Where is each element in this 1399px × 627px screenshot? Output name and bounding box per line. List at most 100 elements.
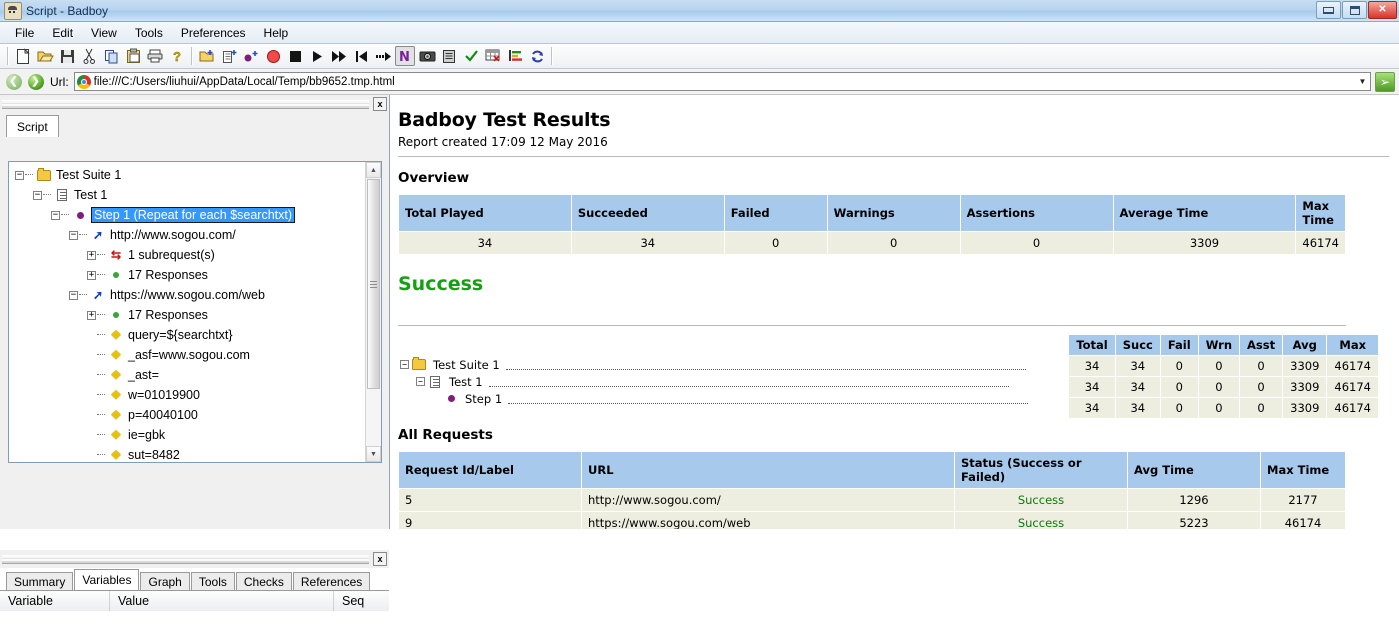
open-folder-icon[interactable] <box>35 46 55 66</box>
menu-item-edit[interactable]: Edit <box>43 24 82 42</box>
menu-item-preferences[interactable]: Preferences <box>172 24 255 42</box>
grid-clear-icon[interactable] <box>483 46 503 66</box>
tree-toggle-collapse[interactable]: − <box>69 230 78 240</box>
check-icon[interactable] <box>461 46 481 66</box>
tab-variables[interactable]: Variables <box>74 569 140 590</box>
tree-item[interactable]: − Step 1 (Repeat for each $searchtxt) <box>9 205 365 225</box>
splitter-grip[interactable] <box>2 554 369 564</box>
column-header-status[interactable]: Status (Success or Failed) <box>954 451 1128 489</box>
tab-summary[interactable]: Summary <box>6 572 74 590</box>
menu-item-help[interactable]: Help <box>255 24 298 42</box>
scroll-thumb[interactable] <box>367 179 380 389</box>
paste-icon[interactable] <box>123 46 143 66</box>
column-header-seq[interactable]: Seq <box>334 591 388 611</box>
back-button[interactable]: ❮ <box>4 72 23 91</box>
tree-item-label[interactable]: _asf=www.sogou.com <box>128 348 250 362</box>
tab-references[interactable]: References <box>292 572 371 590</box>
splitter-grip[interactable] <box>2 99 369 109</box>
tree-item[interactable]: +17 Responses <box>9 305 365 325</box>
scroll-down-button[interactable]: ▼ <box>366 446 381 462</box>
close-button[interactable]: ✕ <box>1368 1 1397 19</box>
tree-item-label[interactable]: Step 1 (Repeat for each $searchtxt) <box>90 207 296 223</box>
tree-item[interactable]: ❖ w=01019900 <box>9 385 365 405</box>
column-header-variable[interactable]: Variable <box>0 591 110 611</box>
column-header-url[interactable]: URL <box>581 451 955 489</box>
tree-item[interactable]: − Test Suite 1 <box>9 165 365 185</box>
navigator-icon[interactable]: N <box>395 46 415 66</box>
tree-toggle-collapse[interactable]: − <box>69 290 78 300</box>
stop-icon[interactable] <box>285 46 305 66</box>
tree-toggle-collapse[interactable]: − <box>416 377 425 386</box>
column-header-fail[interactable]: Fail <box>1159 334 1199 356</box>
column-header-assertions[interactable]: Assertions <box>959 194 1114 232</box>
column-header-request-id[interactable]: Request Id/Label <box>398 451 582 489</box>
tree-item[interactable]: − Test 1 <box>9 185 365 205</box>
column-header-total[interactable]: Total <box>1068 334 1116 356</box>
new-suite-icon[interactable] <box>197 46 217 66</box>
tree-item-label[interactable]: sut=8482 <box>128 448 180 462</box>
tree-item-label[interactable]: p=40040100 <box>128 408 198 422</box>
new-test-icon[interactable] <box>219 46 239 66</box>
tree-item-label[interactable]: query=${searchtxt} <box>128 328 233 342</box>
column-header-wrn[interactable]: Wrn <box>1197 334 1241 356</box>
tree-item[interactable]: ❖ _asf=www.sogou.com <box>9 345 365 365</box>
tree-item[interactable]: ❖ query=${searchtxt} <box>9 325 365 345</box>
cut-icon[interactable] <box>79 46 99 66</box>
column-header-max[interactable]: Max <box>1326 334 1379 356</box>
tree-toggle-expand[interactable]: + <box>87 250 96 260</box>
tree-item-label[interactable]: Test 1 <box>74 188 107 202</box>
tab-graph[interactable]: Graph <box>140 572 190 590</box>
tree-toggle-collapse[interactable]: − <box>33 190 42 200</box>
tree-toggle-collapse[interactable]: − <box>51 210 60 220</box>
chevron-down-icon[interactable]: ▼ <box>1355 73 1370 90</box>
script-panel-splitter[interactable]: x <box>0 95 389 113</box>
tree-item-label[interactable]: 1 subrequest(s) <box>128 248 215 262</box>
url-combo[interactable]: file:///C:/Users/liuhui/AppData/Local/Te… <box>73 72 1371 91</box>
forward-button[interactable]: ❯ <box>26 72 45 91</box>
new-icon[interactable] <box>13 46 33 66</box>
column-header-average-time[interactable]: Average Time <box>1112 194 1297 232</box>
column-header-max-time[interactable]: Max Time <box>1295 194 1346 232</box>
menu-item-view[interactable]: View <box>82 24 126 42</box>
column-header-failed[interactable]: Failed <box>723 194 828 232</box>
column-header-total-played[interactable]: Total Played <box>398 194 572 232</box>
new-step-icon[interactable] <box>241 46 261 66</box>
bottom-panel-splitter[interactable]: x <box>0 550 389 568</box>
tree-item[interactable]: ❖ ie=gbk <box>9 425 365 445</box>
save-icon[interactable] <box>57 46 77 66</box>
table-row[interactable] <box>0 611 389 627</box>
tree-item[interactable]: ❖ p=40040100 <box>9 405 365 425</box>
tree-item[interactable]: ❖ sut=8482 <box>9 445 365 462</box>
url-input[interactable]: file:///C:/Users/liuhui/AppData/Local/Te… <box>94 76 1355 88</box>
print-icon[interactable] <box>145 46 165 66</box>
tree-item-label[interactable]: ie=gbk <box>128 428 165 442</box>
record-icon[interactable] <box>263 46 283 66</box>
tree-item-label[interactable]: http://www.sogou.com/ <box>110 228 236 242</box>
tree-item[interactable]: +17 Responses <box>9 265 365 285</box>
screenshot-icon[interactable] <box>417 46 437 66</box>
maximize-button[interactable] <box>1342 1 1367 19</box>
tree-item[interactable]: − ➚ https://www.sogou.com/web <box>9 285 365 305</box>
tree-item-label[interactable]: 17 Responses <box>128 308 208 322</box>
script-tree[interactable]: − Test Suite 1 − Test 1 − Step 1 (Repeat for … <box>8 161 382 463</box>
summary-icon[interactable] <box>505 46 525 66</box>
close-script-panel-button[interactable]: x <box>373 97 387 111</box>
script-tree-scrollbar[interactable]: ▲ ▼ <box>365 162 381 462</box>
column-header-value[interactable]: Value <box>110 591 334 611</box>
tree-item-label[interactable]: 17 Responses <box>128 268 208 282</box>
menu-item-file[interactable]: File <box>6 24 43 42</box>
tree-item-label[interactable]: w=01019900 <box>128 388 200 402</box>
play-icon[interactable] <box>307 46 327 66</box>
help-icon[interactable]: ? <box>167 46 187 66</box>
refresh-icon[interactable] <box>527 46 547 66</box>
tree-toggle-collapse[interactable]: − <box>400 360 409 369</box>
tree-item-label[interactable]: _ast= <box>128 368 159 382</box>
menu-item-tools[interactable]: Tools <box>126 24 172 42</box>
tab-tools[interactable]: Tools <box>190 572 235 590</box>
tree-item[interactable]: ❖ _ast= <box>9 365 365 385</box>
tab-script[interactable]: Script <box>6 115 59 137</box>
column-header-avg-time[interactable]: Avg Time <box>1127 451 1261 489</box>
tree-item[interactable]: + ⇆ 1 subrequest(s) <box>9 245 365 265</box>
report-icon[interactable] <box>439 46 459 66</box>
column-header-max-time[interactable]: Max Time <box>1260 451 1346 489</box>
